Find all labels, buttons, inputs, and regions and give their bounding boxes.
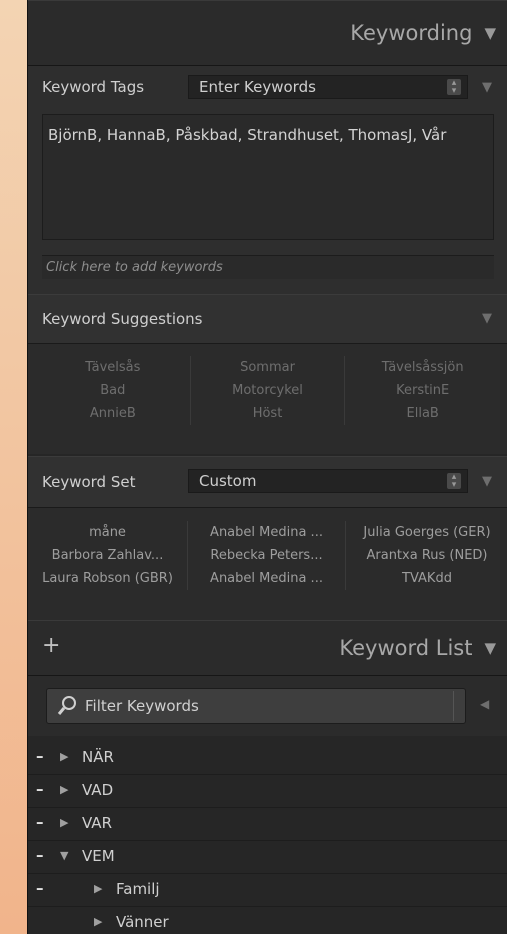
keyword-name: VAD [82, 781, 114, 799]
suggestion-chip[interactable]: EllaB [345, 402, 500, 425]
keyword-set-chip[interactable]: Julia Goerges (GER) [346, 521, 507, 544]
keyword-tags-mode-value: Enter Keywords [199, 78, 316, 96]
grid-row: Laura Robson (GBR) Anabel Medina ... TVA… [28, 567, 507, 590]
triangle-left-icon[interactable]: ◀ [480, 697, 489, 711]
keyword-row-var[interactable]: – ▶ VAR [28, 810, 507, 841]
keyword-suggestions-label: Keyword Suggestions [42, 310, 203, 328]
grid-row: Bad Motorcykel KerstinE [36, 379, 500, 402]
add-keywords-field[interactable]: Click here to add keywords [42, 255, 494, 279]
keyword-set-label: Keyword Set [42, 473, 136, 491]
keyword-name: VEM [82, 847, 115, 865]
keyword-list-header[interactable]: + Keyword List ▼ [28, 620, 507, 676]
keywording-panel: Keywording ▼ Keyword Tags Enter Keywords… [27, 0, 507, 934]
keyword-row-vem[interactable]: – ▼ VEM [28, 843, 507, 874]
keyword-set-select[interactable]: Custom ▴ ▾ [188, 469, 468, 493]
keyword-set-chip[interactable]: TVAKdd [346, 567, 507, 590]
suggestion-chip[interactable]: Tävelsås [36, 356, 191, 379]
keyword-set-chip[interactable]: Anabel Medina ... [188, 521, 346, 544]
triangle-down-icon[interactable]: ▼ [60, 849, 68, 862]
suggestion-chip[interactable]: Höst [191, 402, 346, 425]
minus-icon[interactable]: – [36, 747, 44, 765]
keyword-set-grid: måne Anabel Medina ... Julia Goerges (GE… [28, 521, 507, 590]
keywording-title: Keywording [350, 21, 473, 45]
keyword-tags-label: Keyword Tags [42, 78, 145, 96]
keyword-row-familj[interactable]: – ▶ Familj [28, 876, 507, 907]
grid-row: Tävelsås Sommar Tävelsåssjön [36, 356, 500, 379]
triangle-down-icon[interactable]: ▼ [482, 474, 492, 489]
keyword-set-chip[interactable]: Anabel Medina ... [188, 567, 346, 590]
grid-row: AnnieB Höst EllaB [36, 402, 500, 425]
keyword-row-vanner[interactable]: ▶ Vänner [28, 909, 507, 934]
minus-icon[interactable]: – [36, 846, 44, 864]
triangle-right-icon[interactable]: ▶ [60, 783, 68, 796]
keyword-suggestions-header[interactable]: Keyword Suggestions ▼ [28, 294, 507, 344]
keywording-header[interactable]: Keywording ▼ [28, 0, 507, 66]
keyword-set-value: Custom [199, 472, 257, 490]
suggestions-grid: Tävelsås Sommar Tävelsåssjön Bad Motorcy… [36, 356, 500, 425]
keyword-set-chip[interactable]: måne [28, 521, 188, 544]
triangle-down-icon[interactable]: ▼ [482, 311, 492, 326]
suggestion-chip[interactable]: KerstinE [345, 379, 500, 402]
minus-icon[interactable]: – [36, 813, 44, 831]
keyword-name: NÄR [82, 748, 114, 766]
triangle-right-icon[interactable]: ▶ [60, 750, 68, 763]
filter-keywords-placeholder: Filter Keywords [85, 697, 199, 715]
triangle-down-icon[interactable]: ▼ [482, 80, 492, 95]
stepper-icon: ▴ ▾ [447, 79, 461, 96]
suggestion-chip[interactable]: Tävelsåssjön [345, 356, 500, 379]
minus-icon[interactable]: – [36, 879, 44, 897]
triangle-right-icon[interactable]: ▶ [94, 915, 102, 928]
grid-row: Barbora Zahlav... Rebecka Peters... Aran… [28, 544, 507, 567]
triangle-right-icon[interactable]: ▶ [94, 882, 102, 895]
triangle-right-icon[interactable]: ▶ [60, 816, 68, 829]
minus-icon[interactable]: – [36, 780, 44, 798]
keyword-row-nar[interactable]: – ▶ NÄR [28, 744, 507, 775]
triangle-down-icon[interactable]: ▼ [484, 639, 496, 657]
suggestion-chip[interactable]: AnnieB [36, 402, 191, 425]
divider [453, 691, 454, 721]
keyword-list-title: Keyword List [339, 636, 473, 660]
keyword-set-header: Keyword Set Custom ▴ ▾ ▼ [28, 456, 507, 508]
add-keyword-button[interactable]: + [42, 633, 60, 658]
suggestion-chip[interactable]: Motorcykel [191, 379, 346, 402]
stepper-icon: ▴ ▾ [447, 473, 461, 490]
keyword-set-chip[interactable]: Arantxa Rus (NED) [346, 544, 507, 567]
keyword-tags-mode-select[interactable]: Enter Keywords ▴ ▾ [188, 75, 468, 99]
search-icon [57, 695, 77, 721]
suggestion-chip[interactable]: Bad [36, 379, 191, 402]
triangle-down-icon[interactable]: ▼ [484, 24, 496, 42]
keyword-tags-textarea[interactable]: BjörnB, HannaB, Påskbad, Strandhuset, Th… [42, 114, 494, 240]
keyword-row-vad[interactable]: – ▶ VAD [28, 777, 507, 808]
keyword-name: VAR [82, 814, 112, 832]
keyword-set-chip[interactable]: Rebecka Peters... [188, 544, 346, 567]
grid-row: måne Anabel Medina ... Julia Goerges (GE… [28, 521, 507, 544]
keyword-name: Familj [116, 880, 160, 898]
keyword-set-chip[interactable]: Barbora Zahlav... [28, 544, 188, 567]
keyword-set-chip[interactable]: Laura Robson (GBR) [28, 567, 188, 590]
filter-keywords-field[interactable]: Filter Keywords [46, 688, 466, 724]
suggestion-chip[interactable]: Sommar [191, 356, 346, 379]
keyword-name: Vänner [116, 913, 169, 931]
